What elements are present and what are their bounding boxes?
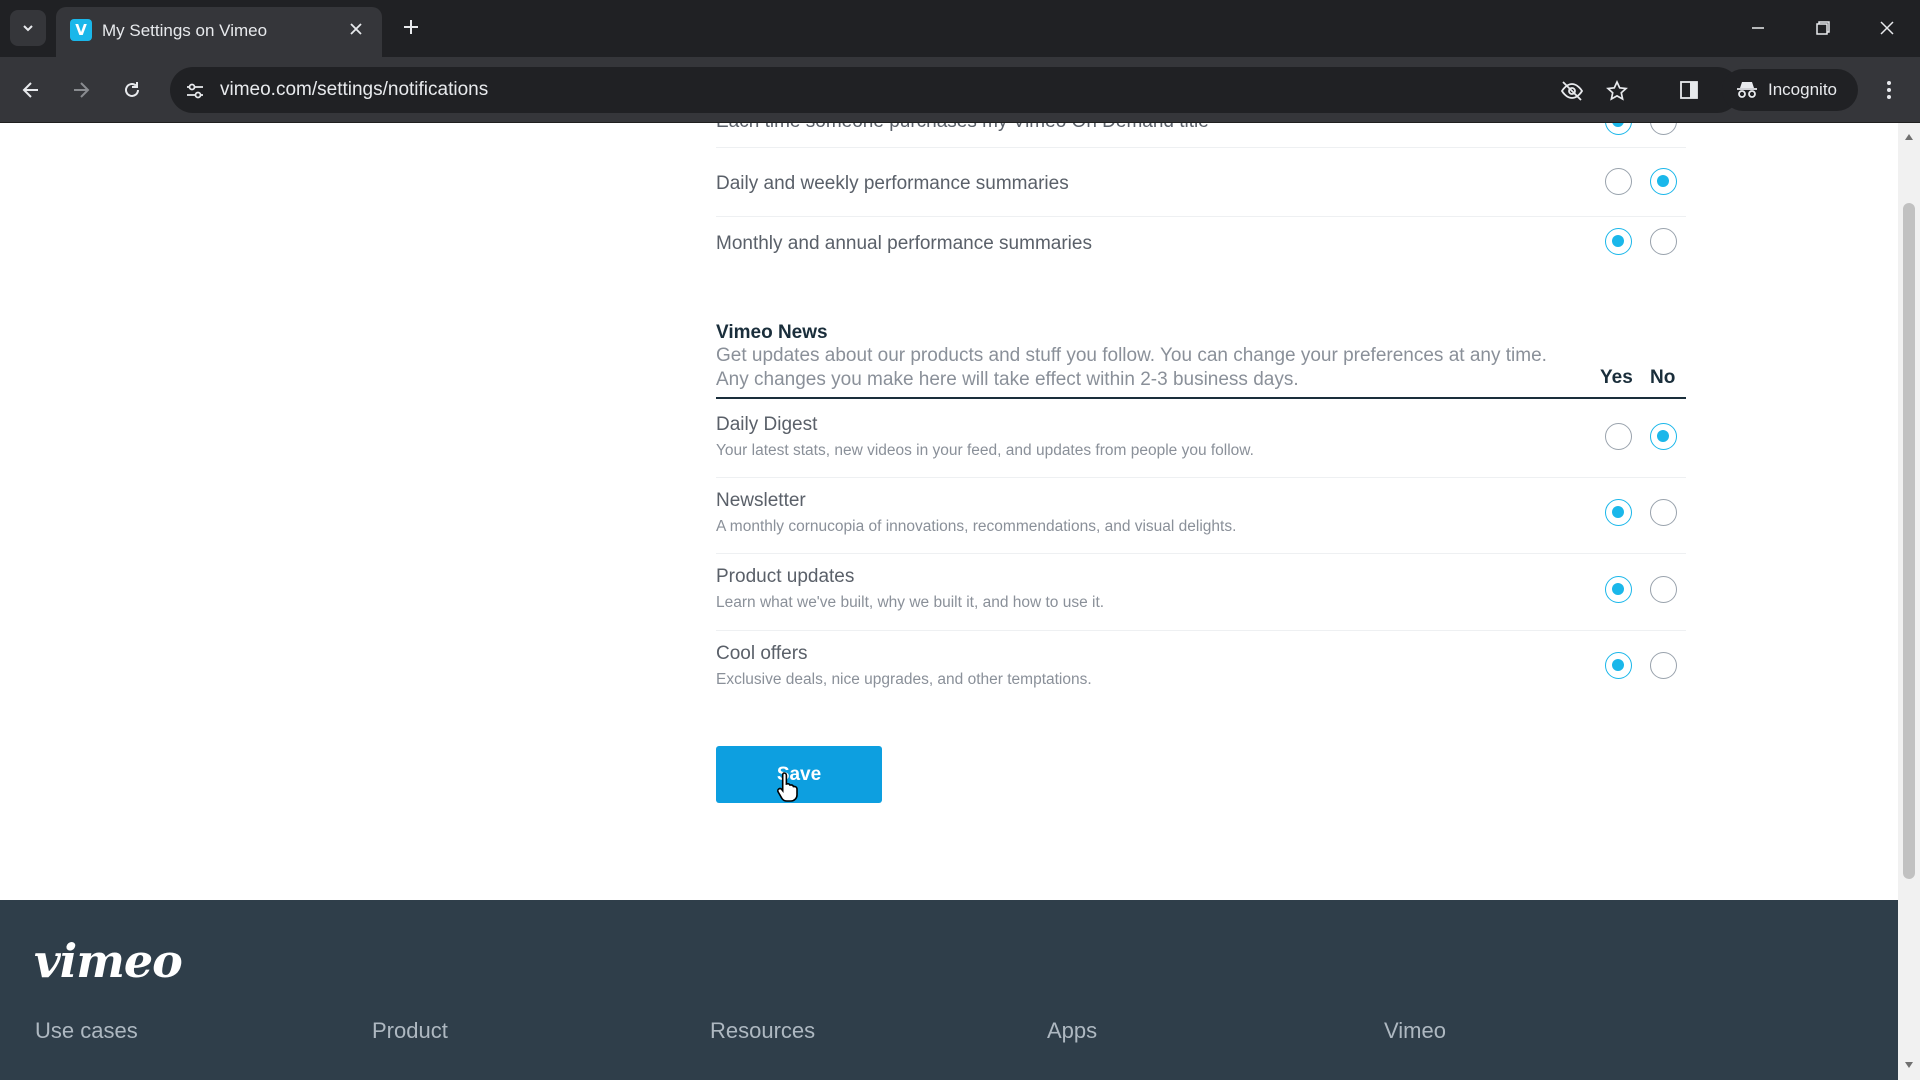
radio-no[interactable]: [1650, 168, 1677, 195]
scroll-down-arrow[interactable]: [1903, 1059, 1915, 1071]
chevron-down-icon: [23, 25, 33, 32]
list-item: Daily Digest Your latest stats, new vide…: [716, 414, 1686, 460]
scroll-thumb[interactable]: [1903, 203, 1915, 879]
row-title: Cool offers: [716, 643, 808, 664]
divider: [716, 477, 1686, 478]
tab-title: My Settings on Vimeo: [102, 21, 268, 40]
radio-no[interactable]: [1650, 499, 1677, 526]
vimeo-logo[interactable]: vimeo: [34, 934, 183, 988]
list-item: Monthly and annual performance summaries: [716, 233, 1686, 255]
tracking-protection-button[interactable]: [1558, 77, 1586, 105]
no-column-header: No: [1650, 367, 1676, 388]
bookmark-button[interactable]: [1603, 77, 1631, 105]
close-icon: [350, 23, 362, 35]
footer-column-heading[interactable]: Use cases: [35, 1018, 138, 1044]
back-button[interactable]: [14, 73, 48, 107]
reload-icon: [125, 82, 139, 97]
incognito-indicator[interactable]: Incognito: [1722, 69, 1858, 111]
row-description: A monthly cornucopia of innovations, rec…: [716, 518, 1237, 535]
row-description: Your latest stats, new videos in your fe…: [716, 442, 1254, 459]
side-panel-button[interactable]: [1672, 73, 1706, 107]
tab-close-button[interactable]: [344, 17, 368, 41]
radio-no[interactable]: [1650, 652, 1677, 679]
arrow-left-icon: [22, 82, 38, 98]
row-description: Learn what we've built, why we built it,…: [716, 594, 1105, 611]
reload-button[interactable]: [115, 73, 149, 107]
row-description: Exclusive deals, nice upgrades, and othe…: [716, 671, 1092, 688]
radio-no[interactable]: [1650, 228, 1677, 255]
section-description: Get updates about our products and stuff…: [716, 344, 1616, 392]
radio-yes[interactable]: [1605, 123, 1632, 135]
radio-yes[interactable]: [1605, 228, 1632, 255]
divider: [716, 147, 1686, 148]
active-tab[interactable]: V My Settings on Vimeo: [56, 7, 382, 57]
close-icon: [1880, 21, 1894, 35]
eye-off-icon: [1560, 81, 1584, 101]
radio-no[interactable]: [1650, 423, 1677, 450]
list-item: Newsletter A monthly cornucopia of innov…: [716, 490, 1686, 536]
footer-column-heading[interactable]: Resources: [710, 1018, 815, 1044]
radio-yes[interactable]: [1605, 576, 1632, 603]
list-item: Product updates Learn what we've built, …: [716, 566, 1686, 612]
section-title: Vimeo News: [716, 322, 828, 343]
restore-icon: [1816, 21, 1830, 35]
row-title: Monthly and annual performance summaries: [716, 233, 1092, 254]
browser-tabstrip: V My Settings on Vimeo: [0, 0, 1920, 57]
scroll-up-arrow[interactable]: [1903, 131, 1915, 143]
row-title: Each time someone purchases my Vimeo On …: [716, 123, 1686, 133]
list-item: Each time someone purchases my Vimeo On …: [716, 123, 1686, 133]
divider: [716, 397, 1686, 399]
row-title: Product updates: [716, 566, 855, 587]
divider: [716, 216, 1686, 217]
radio-yes[interactable]: [1605, 652, 1632, 679]
radio-yes[interactable]: [1605, 499, 1632, 526]
url-text: vimeo.com/settings/notifications: [220, 79, 489, 100]
vimeo-favicon-icon: V: [70, 19, 92, 41]
page-scrollbar[interactable]: [1898, 123, 1920, 1080]
browser-menu-button[interactable]: [1872, 73, 1906, 107]
list-item: Cool offers Exclusive deals, nice upgrad…: [716, 643, 1686, 689]
radio-no[interactable]: [1650, 576, 1677, 603]
caret-up-icon: [1905, 134, 1913, 140]
arrow-right-icon: [74, 82, 90, 98]
site-footer: vimeo Use cases Product Resources Apps V…: [0, 900, 1898, 1080]
minimize-button[interactable]: [1738, 12, 1778, 44]
caret-down-icon: [1905, 1062, 1913, 1068]
new-tab-button[interactable]: [396, 12, 426, 42]
notification-settings: Each time someone purchases my Vimeo On …: [0, 123, 1898, 900]
side-panel-icon: [1680, 81, 1698, 99]
incognito-icon: [1737, 82, 1757, 98]
star-icon: [1606, 80, 1628, 101]
footer-column-heading[interactable]: Apps: [1047, 1018, 1097, 1044]
forward-button[interactable]: [64, 73, 98, 107]
tune-icon: [187, 83, 203, 99]
minimize-icon: [1752, 27, 1764, 29]
browser-toolbar: vimeo.com/settings/notifications Incogni…: [0, 57, 1920, 123]
incognito-label: Incognito: [1768, 80, 1837, 99]
divider: [716, 553, 1686, 554]
window-close-button[interactable]: [1867, 12, 1907, 44]
yes-column-header: Yes: [1600, 367, 1633, 388]
footer-column-heading[interactable]: Vimeo: [1384, 1018, 1446, 1044]
tab-search-button[interactable]: [10, 10, 46, 46]
row-title: Daily Digest: [716, 414, 818, 435]
address-bar[interactable]: vimeo.com/settings/notifications: [170, 67, 1740, 113]
hand-cursor-icon: [777, 772, 798, 802]
description-line: Any changes you make here will take effe…: [716, 369, 1299, 390]
radio-yes[interactable]: [1605, 423, 1632, 450]
restore-button[interactable]: [1803, 12, 1843, 44]
description-line: Get updates about our products and stuff…: [716, 345, 1547, 366]
list-item: Daily and weekly performance summaries: [716, 173, 1686, 195]
footer-column-heading[interactable]: Product: [372, 1018, 448, 1044]
divider: [716, 630, 1686, 631]
plus-icon: [404, 20, 418, 34]
more-vert-icon: [1887, 81, 1891, 99]
radio-no[interactable]: [1650, 123, 1677, 135]
row-title: Daily and weekly performance summaries: [716, 173, 1069, 194]
site-settings-button[interactable]: [182, 78, 208, 104]
row-title: Newsletter: [716, 490, 806, 511]
radio-yes[interactable]: [1605, 168, 1632, 195]
